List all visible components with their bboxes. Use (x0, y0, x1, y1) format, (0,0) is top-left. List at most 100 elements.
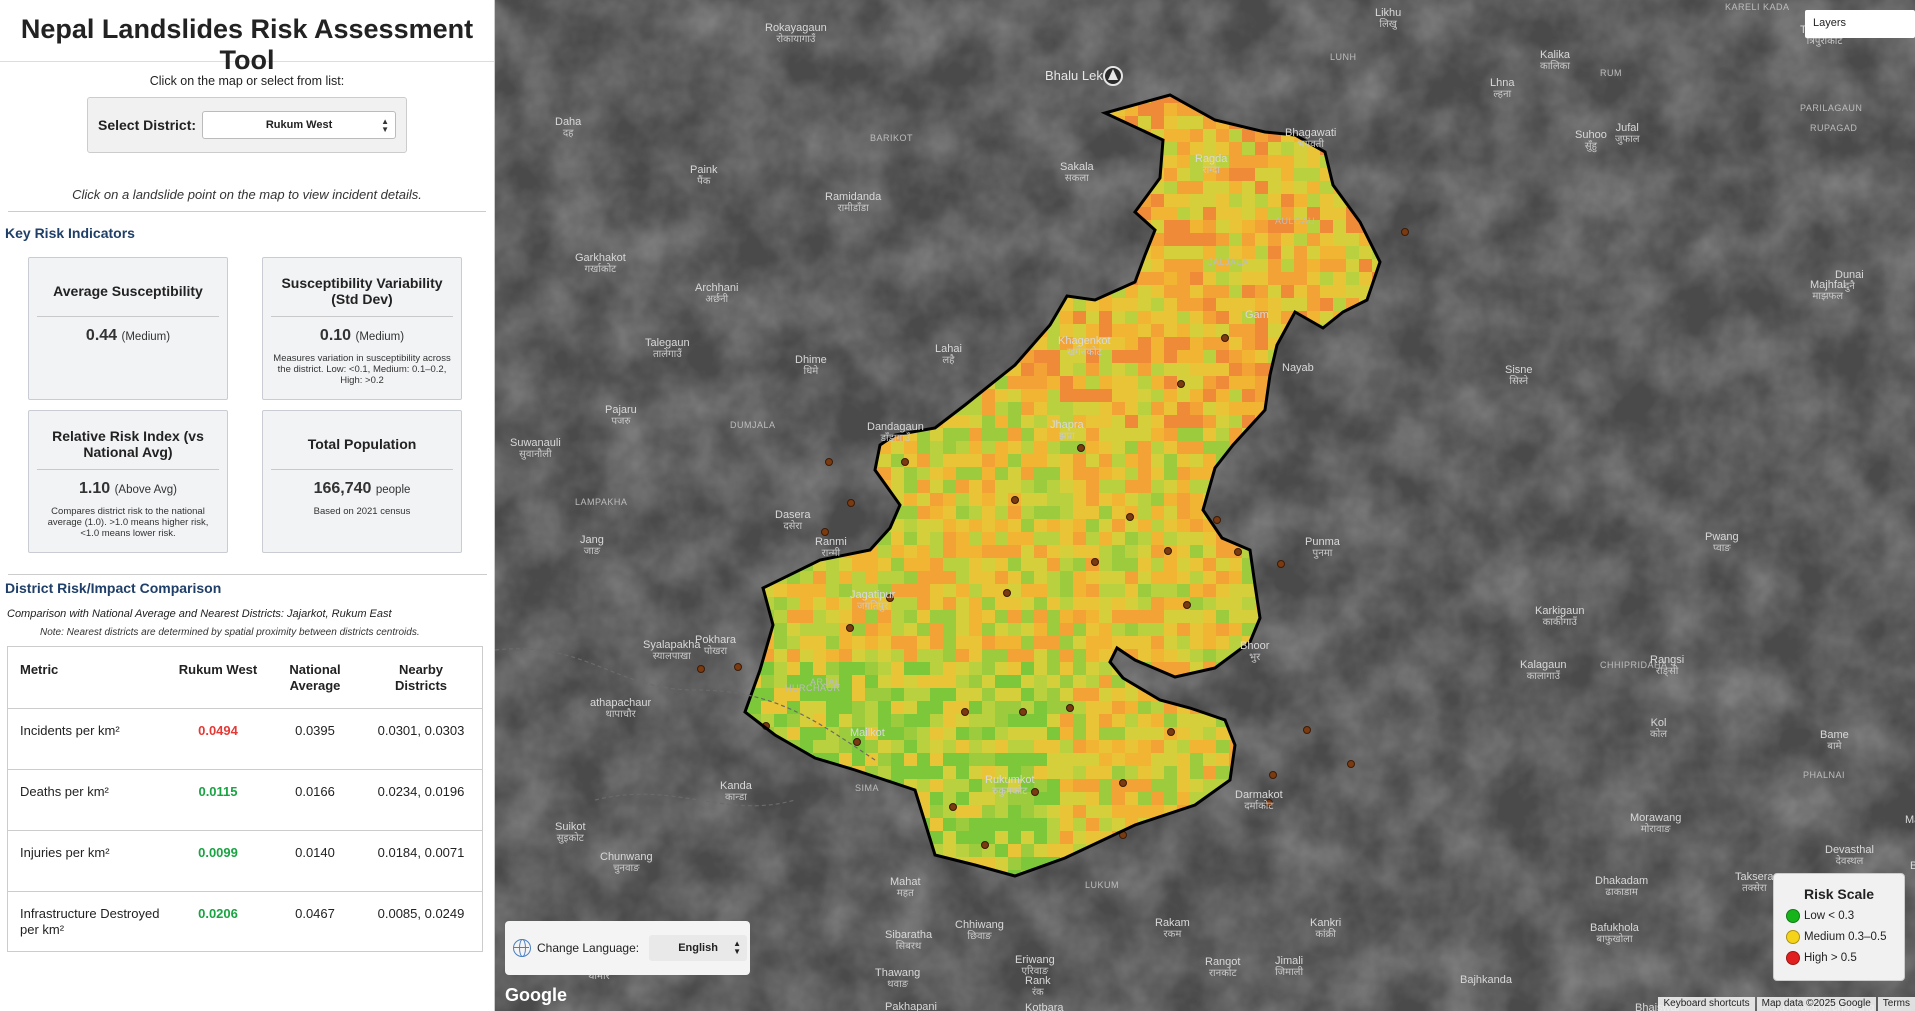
layers-button[interactable]: Layers (1805, 10, 1915, 38)
susceptibility-cell (969, 688, 982, 701)
place-name: Karkigaun (1535, 605, 1585, 617)
landslide-point[interactable] (1277, 560, 1285, 568)
landslide-point[interactable] (1164, 547, 1172, 555)
susceptibility-cell (1203, 558, 1216, 571)
landslide-point[interactable] (1003, 589, 1011, 597)
landslide-point[interactable] (1269, 771, 1277, 779)
susceptibility-cell (1255, 168, 1268, 181)
susceptibility-cell (995, 506, 1008, 519)
landslide-point[interactable] (1234, 548, 1242, 556)
landslide-point[interactable] (1213, 516, 1221, 524)
map-canvas[interactable]: Rokayagaun रोकायागाउँ Likhu लिखु KARELI KADA… (495, 0, 1915, 1011)
susceptibility-cell (1086, 428, 1099, 441)
terms-link[interactable]: Terms (1877, 997, 1915, 1011)
susceptibility-cell (1203, 350, 1216, 363)
susceptibility-cell (969, 792, 982, 805)
susceptibility-cell (1138, 454, 1151, 467)
susceptibility-cell (1229, 402, 1242, 415)
susceptibility-cell (1151, 584, 1164, 597)
app-title: Nepal Landslides Risk Assessment Tool (0, 0, 494, 75)
landslide-point[interactable] (1347, 760, 1355, 768)
susceptibility-cell (1164, 129, 1177, 142)
place-name-devanagari: कालागाउँ (1526, 671, 1560, 682)
susceptibility-cell (1021, 389, 1034, 402)
landslide-point[interactable] (1077, 444, 1085, 452)
susceptibility-cell (1164, 181, 1177, 194)
landslide-point[interactable] (1401, 228, 1409, 236)
susceptibility-cell (1229, 376, 1242, 389)
susceptibility-cell (1060, 610, 1073, 623)
place-name-devanagari: बामे (1827, 741, 1842, 752)
landslide-point[interactable] (1019, 708, 1027, 716)
landslide-point[interactable] (697, 665, 705, 673)
susceptibility-cell (1086, 766, 1099, 779)
susceptibility-cell (1164, 428, 1177, 441)
landslide-point[interactable] (961, 708, 969, 716)
landslide-point[interactable] (1177, 380, 1185, 388)
susceptibility-cell (1203, 181, 1216, 194)
susceptibility-cell (1294, 181, 1307, 194)
place-name: Dhime (795, 354, 827, 366)
susceptibility-cell (904, 571, 917, 584)
susceptibility-cell (1190, 207, 1203, 220)
landslide-point[interactable] (1011, 496, 1019, 504)
place-name: Daha (555, 116, 582, 128)
susceptibility-cell (1086, 753, 1099, 766)
susceptibility-cell (1164, 207, 1177, 220)
place-name-devanagari: पोखरा (703, 646, 728, 657)
landslide-point[interactable] (853, 738, 861, 746)
place-name-devanagari: दर्माकोट (1244, 801, 1274, 812)
landslide-point[interactable] (1119, 779, 1127, 787)
landslide-point[interactable] (1303, 726, 1311, 734)
susceptibility-cell (1008, 428, 1021, 441)
landslide-point[interactable] (1091, 558, 1099, 566)
place-name-devanagari: रंक (1031, 987, 1044, 998)
landslide-point[interactable] (846, 624, 854, 632)
susceptibility-cell (878, 701, 891, 714)
susceptibility-cell (917, 623, 930, 636)
susceptibility-cell (1073, 818, 1086, 831)
district-select[interactable]: Rukum West ▲ ▼ (202, 111, 396, 139)
landslide-point[interactable] (1126, 513, 1134, 521)
landslide-point[interactable] (825, 458, 833, 466)
susceptibility-cell (969, 480, 982, 493)
susceptibility-cell (800, 649, 813, 662)
landslide-point[interactable] (1183, 601, 1191, 609)
place-name-devanagari: कांक्री (1315, 929, 1336, 940)
susceptibility-cell (1151, 415, 1164, 428)
keyboard-shortcuts-link[interactable]: Keyboard shortcuts (1658, 997, 1755, 1011)
place-name-devanagari: चुनवाङ (613, 863, 640, 874)
place-label: Bhoor भुर (1240, 641, 1269, 664)
landslide-point[interactable] (821, 528, 829, 536)
landslide-point[interactable] (847, 499, 855, 507)
susceptibility-cell (1151, 597, 1164, 610)
landslide-point[interactable] (901, 458, 909, 466)
landslide-point[interactable] (734, 663, 742, 671)
susceptibility-cell (1229, 324, 1242, 337)
susceptibility-cell (826, 610, 839, 623)
landslide-point[interactable] (981, 841, 989, 849)
landslide-point[interactable] (949, 803, 957, 811)
susceptibility-cell (865, 675, 878, 688)
susceptibility-cell (1138, 558, 1151, 571)
place-name-devanagari: अर्छनी (705, 294, 729, 305)
susceptibility-cell (1229, 168, 1242, 181)
place-label: Paink पैंक (690, 165, 718, 188)
susceptibility-cell (1047, 402, 1060, 415)
susceptibility-cell (1255, 376, 1268, 389)
susceptibility-cell (1307, 285, 1320, 298)
susceptibility-cell (1047, 649, 1060, 662)
place-name: Talegaun (645, 337, 690, 349)
landslide-point[interactable] (1066, 704, 1074, 712)
landslide-point[interactable] (1167, 728, 1175, 736)
landslide-point[interactable] (1221, 334, 1229, 342)
place-name: Dandagaun (867, 421, 924, 433)
susceptibility-cell (1060, 766, 1073, 779)
susceptibility-cell (1177, 740, 1190, 753)
susceptibility-cell (1164, 246, 1177, 259)
susceptibility-cell (1008, 805, 1021, 818)
susceptibility-cell (1099, 402, 1112, 415)
susceptibility-cell (826, 597, 839, 610)
language-select[interactable]: English ▲ ▼ (649, 935, 748, 961)
susceptibility-cell (1060, 363, 1073, 376)
